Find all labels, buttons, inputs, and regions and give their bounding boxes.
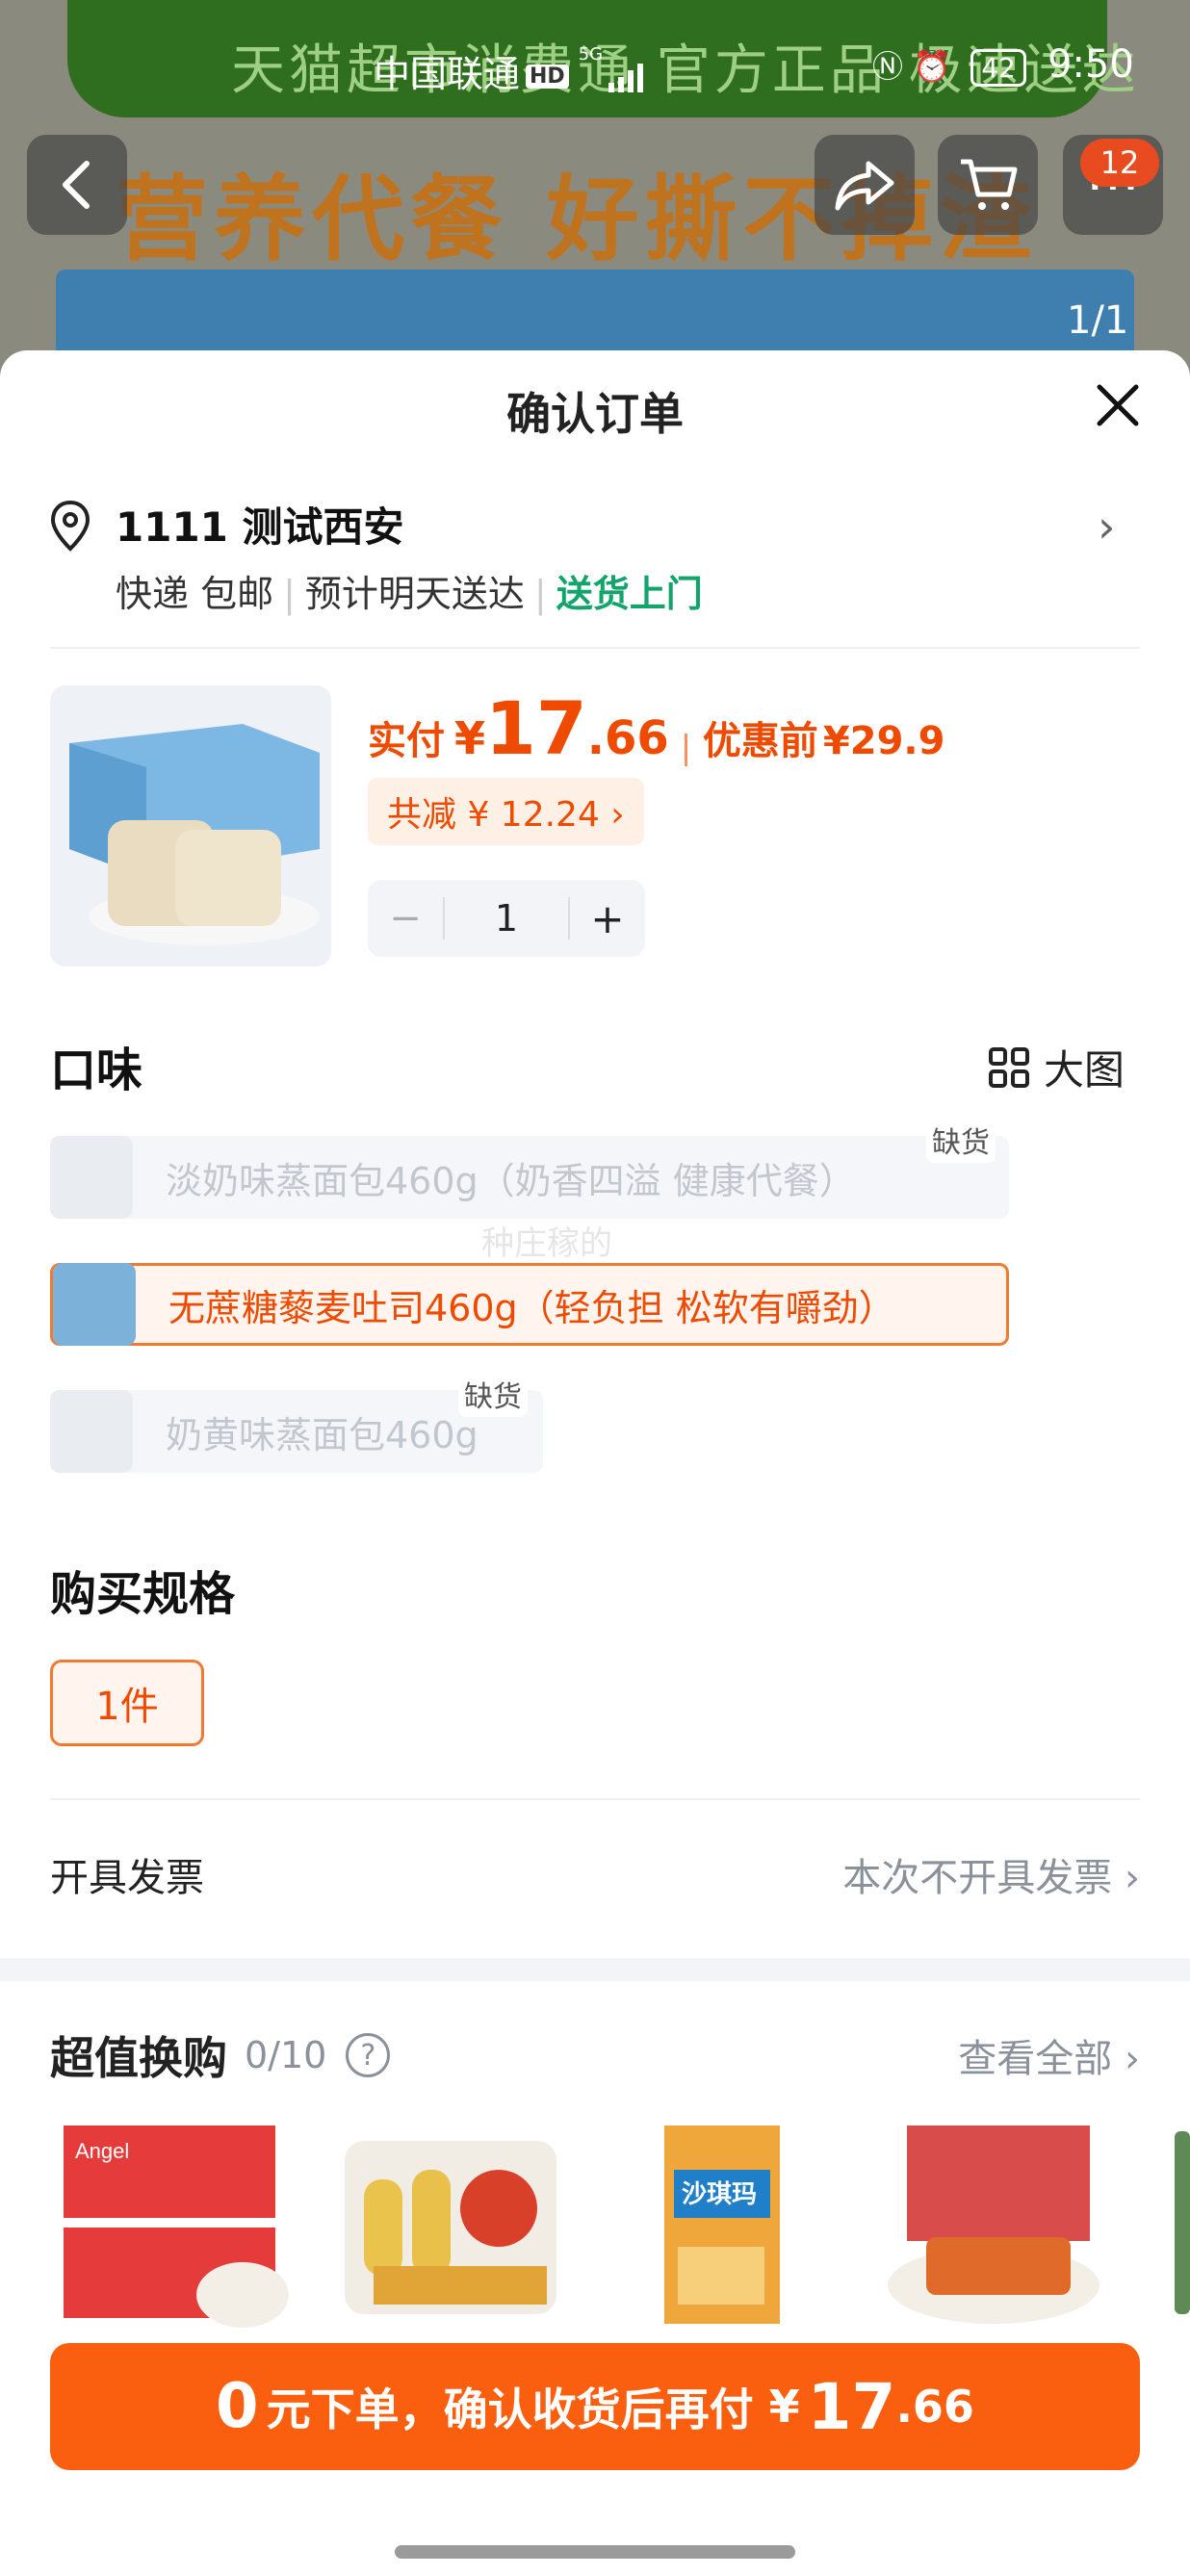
- cta-currency: ¥: [768, 2381, 800, 2433]
- paid-label: 实付: [368, 719, 445, 763]
- nfc-icon: Ⓝ: [872, 48, 904, 85]
- location-pin-icon: [50, 500, 91, 552]
- alarm-icon: ⏰: [913, 48, 952, 85]
- cta-text: 元下单，确认收货后再付: [266, 2383, 754, 2435]
- status-icons: Ⓝ ⏰ 42: [872, 42, 1026, 87]
- delivery-eta: 预计明天送达: [304, 573, 525, 615]
- flavor-thumbnail: [53, 1263, 136, 1346]
- network-type: 5G: [578, 44, 604, 64]
- price-line: 实付 ¥17.66 优惠前 ¥29.9: [368, 685, 944, 771]
- cta-zero: 0: [216, 2371, 259, 2442]
- cta-amount-integer: 17: [807, 2369, 896, 2444]
- savings-pill[interactable]: 共减 ¥ 12.24 ›: [368, 778, 644, 845]
- help-icon[interactable]: ?: [346, 2033, 391, 2077]
- back-button[interactable]: [27, 135, 127, 235]
- cta-amount-decimal: .66: [895, 2381, 974, 2433]
- hd-icon: HD: [526, 64, 569, 89]
- increase-button[interactable]: +: [570, 895, 645, 942]
- cart-icon: [961, 159, 1018, 210]
- invoice-label: 开具发票: [50, 1856, 204, 1900]
- flavor-option-label: 淡奶味蒸面包460g（奶香四溢 健康代餐）: [166, 1159, 856, 1202]
- delivery-method: 快递 包邮: [116, 573, 274, 615]
- flavor-thumbnail: [50, 1390, 133, 1473]
- carrier-info: 中国联通 HD 5G: [374, 44, 647, 97]
- big-image-toggle[interactable]: 大图: [988, 1038, 1125, 1096]
- carrier-name: 中国联通: [374, 53, 521, 95]
- chevron-right-icon: ›: [1098, 501, 1116, 553]
- view-all-link[interactable]: 查看全部 ›: [958, 2027, 1140, 2083]
- bread-box-image: [50, 685, 331, 966]
- close-icon[interactable]: [1088, 375, 1148, 435]
- section-separator: [0, 1958, 1190, 1981]
- grid-icon: [989, 1046, 1029, 1088]
- sheet-title: 确认订单: [506, 388, 684, 440]
- chips-product-image: [325, 2112, 578, 2333]
- door-delivery-tag: 送货上门: [556, 573, 703, 615]
- tofu-snack-product-image: [868, 2112, 1121, 2333]
- price-separator: [684, 733, 687, 766]
- shaqima-product-image: 沙琪玛: [597, 2112, 849, 2333]
- cart-count-badge: 12: [1080, 139, 1159, 187]
- out-of-stock-badge: 缺货: [926, 1117, 996, 1163]
- yeast-brand-text: Angel: [75, 2139, 129, 2163]
- product-image[interactable]: [50, 685, 331, 966]
- quantity-value[interactable]: 1: [443, 897, 570, 940]
- flavor-thumbnail: [50, 1136, 133, 1219]
- image-pager: 1/1: [1067, 298, 1129, 343]
- spec-option-1[interactable]: 1件: [50, 1660, 204, 1746]
- signal-icon: [608, 63, 644, 92]
- partial-product-image: [1136, 2112, 1190, 2333]
- cart-button[interactable]: [938, 135, 1038, 235]
- home-indicator[interactable]: [395, 2545, 795, 2559]
- decrease-button[interactable]: −: [368, 896, 443, 940]
- chevron-left-icon: [63, 161, 90, 209]
- swap-count: 0/10: [245, 2034, 327, 2076]
- currency-symbol: ¥: [454, 712, 486, 764]
- swap-item-yeast[interactable]: Angel: [50, 2112, 302, 2333]
- flavor-option-label: 奶黄味蒸面包460g: [166, 1413, 479, 1456]
- flavor-option-plain-milk[interactable]: 淡奶味蒸面包460g（奶香四溢 健康代餐）: [50, 1136, 1009, 1219]
- big-image-label: 大图: [1044, 1046, 1125, 1094]
- flavor-option-quinoa-toast[interactable]: 无蔗糖藜麦吐司460g（轻负担 松软有嚼劲）: [50, 1263, 1009, 1346]
- delivery-info: 快递 包邮 | 预计明天送达 | 送货上门: [116, 573, 703, 615]
- battery-icon: 42: [970, 49, 1026, 87]
- place-order-button[interactable]: 0 元下单，确认收货后再付 ¥17.66: [50, 2343, 1140, 2470]
- status-bar: 中国联通 HD 5G Ⓝ ⏰ 42 9:50: [0, 39, 1190, 96]
- watermark-text: 种庄稼的: [481, 1224, 612, 1263]
- price-integer: 17: [485, 685, 587, 771]
- swap-item-chips[interactable]: [325, 2112, 578, 2333]
- divider: [50, 1798, 1140, 1800]
- flavor-option-label: 无蔗糖藜麦吐司460g（轻负担 松软有嚼劲）: [168, 1286, 895, 1329]
- swap-item-partial[interactable]: [1136, 2112, 1190, 2333]
- share-button[interactable]: [815, 135, 915, 235]
- invoice-selector[interactable]: 本次不开具发票 ›: [842, 1846, 1140, 1902]
- confirm-order-sheet: 确认订单 1111 测试西安 › 快递 包邮 | 预计明天送达 | 送货上门 实付 ¥17…: [0, 350, 1190, 2576]
- price-decimal: .66: [586, 711, 669, 765]
- out-of-stock-badge: 缺货: [458, 1371, 528, 1417]
- swap-title: 超值换购: [50, 2032, 227, 2084]
- share-icon: [835, 161, 894, 211]
- original-price-label: 优惠前: [702, 719, 818, 763]
- flavor-title: 口味: [50, 1043, 143, 1097]
- original-price: ¥29.9: [822, 719, 945, 763]
- yeast-product-image: Angel: [50, 2112, 302, 2333]
- swap-item-shaqima[interactable]: 沙琪玛: [597, 2112, 849, 2333]
- quantity-stepper: − 1 +: [368, 880, 645, 957]
- address-name: 1111 测试西安: [116, 503, 404, 551]
- divider: [50, 647, 1140, 649]
- spec-title: 购买规格: [50, 1567, 236, 1621]
- swap-header: 超值换购 0/10 ?: [50, 2023, 391, 2087]
- swap-item-tofu-snack[interactable]: [868, 2112, 1121, 2333]
- clock: 9:50: [1048, 42, 1134, 87]
- shaqima-brand-text: 沙琪玛: [682, 2179, 757, 2208]
